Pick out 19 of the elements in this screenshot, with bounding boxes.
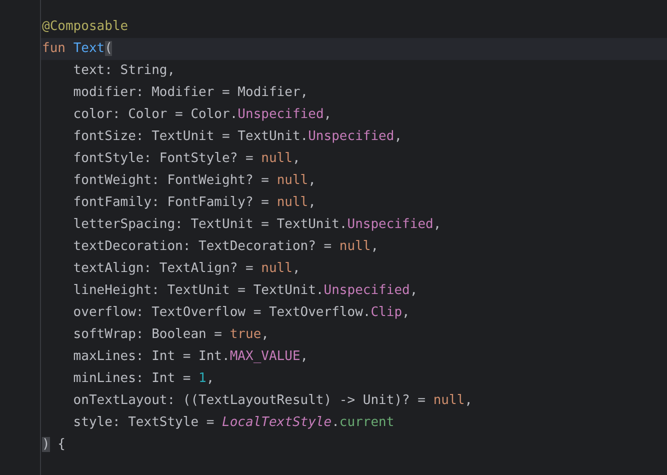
- code-line: color: Color = Color.Unspecified,: [72, 106, 333, 124]
- code-line: onTextLayout: ((TextLayoutResult) -> Unit)? = null,: [72, 392, 474, 410]
- code-line: text: String,: [72, 62, 176, 80]
- code-line: textAlign: TextAlign? = null,: [72, 260, 302, 278]
- code-line: overflow: TextOverflow = TextOverflow.Clip,: [72, 304, 411, 322]
- code-line: letterSpacing: TextUnit = TextUnit.Unspecified,: [72, 216, 442, 234]
- code-line: minLines: Int = 1,: [72, 370, 216, 388]
- code-line: fontSize: TextUnit = TextUnit.Unspecified,: [72, 128, 404, 146]
- code-line: ) {: [41, 436, 66, 454]
- code-line: lineHeight: TextUnit = TextUnit.Unspecified,: [72, 282, 419, 300]
- code-line: maxLines: Int = Int.MAX_VALUE,: [72, 348, 310, 366]
- code-line: softWrap: Boolean = true,: [72, 326, 270, 344]
- code-line: fontWeight: FontWeight? = null,: [72, 172, 317, 190]
- code-line: fontFamily: FontFamily? = null,: [72, 194, 317, 212]
- code-line: modifier: Modifier = Modifier,: [72, 84, 310, 102]
- code-line: @Composable: [41, 18, 130, 36]
- code-line: textDecoration: TextDecoration? = null,: [72, 238, 380, 256]
- code-line: style: TextStyle = LocalTextStyle.current: [72, 414, 396, 432]
- code-line: fontStyle: FontStyle? = null,: [72, 150, 302, 168]
